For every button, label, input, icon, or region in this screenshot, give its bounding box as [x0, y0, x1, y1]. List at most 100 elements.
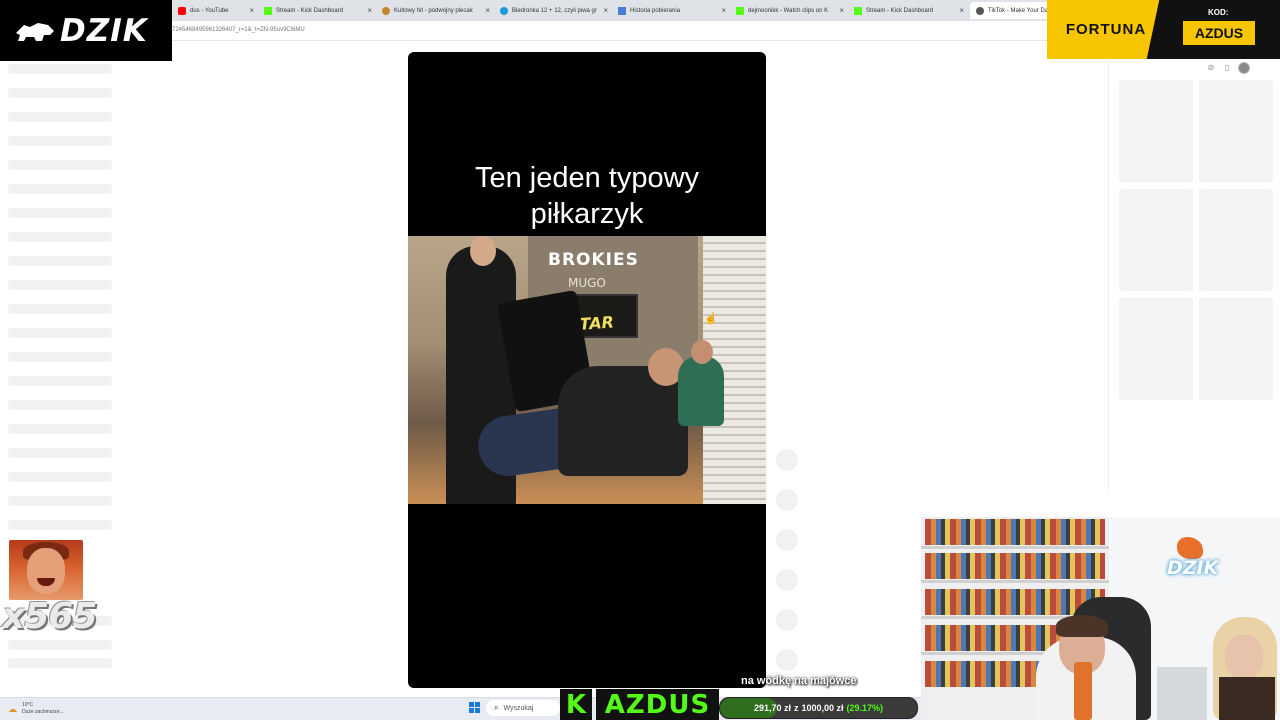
- inbox-icon[interactable]: ▯: [1222, 63, 1232, 73]
- site-icon: [500, 6, 508, 15]
- video-thumbnail-placeholder[interactable]: [1119, 189, 1193, 291]
- neon-sign-brokies: BROKIES: [548, 250, 639, 270]
- tab-label: Stream - Kick Dashboard: [866, 7, 934, 14]
- close-tab-icon[interactable]: ×: [249, 6, 254, 15]
- close-tab-icon[interactable]: ×: [839, 6, 844, 15]
- browser-tab-youtube[interactable]: dus - YouTube ×: [172, 2, 258, 19]
- boar-icon: [16, 22, 54, 41]
- download-icon: [618, 6, 626, 15]
- skeleton-line: [8, 472, 112, 482]
- weather-temp: 10°C: [22, 702, 34, 708]
- drink-can: [1074, 662, 1092, 720]
- cloud-sun-icon: ☁: [8, 704, 17, 714]
- close-tab-icon[interactable]: ×: [959, 6, 964, 15]
- header-actions: ⊘ ▯: [1206, 62, 1250, 74]
- close-tab-icon[interactable]: ×: [603, 6, 608, 15]
- tab-label: Historia pobierania: [630, 7, 681, 14]
- weather-info: 10°C Duże zachmurze...: [22, 702, 64, 716]
- browser-tab-kick-dashboard-2[interactable]: Stream - Kick Dashboard ×: [848, 2, 968, 19]
- windows-start-icon[interactable]: [469, 702, 480, 713]
- skeleton-line: [8, 376, 112, 386]
- caption-line-2: piłkarzyk: [530, 198, 644, 230]
- action-button-placeholder[interactable]: [776, 649, 798, 671]
- video-thumbnail-placeholder[interactable]: [1199, 189, 1273, 291]
- globe-icon: [976, 6, 984, 15]
- sponsor-brand: FORTUNA: [1065, 21, 1147, 38]
- panel-divider: [1108, 62, 1109, 492]
- close-tab-icon[interactable]: ×: [367, 6, 372, 15]
- tab-label: dejmoonikk - Watch clips on K: [748, 7, 829, 14]
- skeleton-line: [8, 232, 112, 242]
- like-button-placeholder[interactable]: [776, 449, 798, 471]
- browser-tab-kick-dashboard[interactable]: Stream - Kick Dashboard ×: [258, 2, 376, 19]
- goal-percent: (29.17%): [846, 703, 884, 713]
- skeleton-line: [8, 160, 112, 170]
- hand-cursor-icon: ☝: [704, 313, 718, 325]
- taskbar-search[interactable]: ⌕ Wyszukaj: [486, 700, 560, 716]
- seated-person: [678, 356, 724, 426]
- youtube-icon: [178, 6, 186, 15]
- skeleton-line: [8, 304, 112, 314]
- goal-target: 1000,00 zł: [801, 703, 844, 713]
- stream-subtitle: na wódkę na majówce: [741, 675, 857, 687]
- close-tab-icon[interactable]: ×: [721, 6, 726, 15]
- share-button-placeholder[interactable]: [776, 569, 798, 591]
- browser-tab-kick-clips[interactable]: dejmoonikk - Watch clips on K ×: [730, 2, 848, 19]
- compass-icon[interactable]: ⊘: [1206, 63, 1216, 73]
- comment-button-placeholder[interactable]: [776, 489, 798, 511]
- donation-goal-bar: 291,70 zł z 1000,00 zł (29.17%): [719, 697, 918, 719]
- skeleton-line: [8, 208, 112, 218]
- skeleton-line: [8, 112, 112, 122]
- avatar[interactable]: [1238, 62, 1250, 74]
- goal-current: 291,70 zł: [753, 703, 791, 713]
- action-button-placeholder[interactable]: [776, 609, 798, 631]
- tab-label: Kultowy hit - podwójny plecak: [394, 7, 473, 14]
- tab-label: dus - YouTube: [190, 7, 229, 14]
- skeleton-line: [8, 280, 112, 290]
- skeleton-line: [8, 64, 112, 74]
- skeleton-line: [8, 328, 112, 338]
- skeleton-line: [8, 640, 112, 650]
- sponsor-brand-area: FORTUNA: [1047, 0, 1165, 59]
- neon-sign-mugo: MUGO: [568, 276, 606, 290]
- skeleton-line: [8, 136, 112, 146]
- search-label: Wyszukaj: [503, 704, 534, 712]
- caption-line-1: Ten jeden typowy: [474, 162, 700, 194]
- browser-tab-download-history[interactable]: Historia pobierania ×: [612, 2, 730, 19]
- video-frame: BROKIES MUGO STAR ☝: [408, 236, 766, 504]
- video-thumbnail-placeholder[interactable]: [1119, 298, 1193, 400]
- browser-tab-kultowy[interactable]: Kultowy hit - podwójny plecak ×: [376, 2, 494, 19]
- video-thumbnail-placeholder[interactable]: [1119, 80, 1193, 182]
- tiktok-video[interactable]: Ten jeden typowy piłkarzyk BROKIES MUGO …: [408, 52, 766, 688]
- neon-logo: DZIK: [1167, 557, 1219, 579]
- kick-logo: K: [560, 689, 592, 720]
- browser-tab-tiktok[interactable]: TikTok - Make Your Da: [970, 2, 1050, 19]
- weather-widget[interactable]: ☁ 10°C Duże zachmurze...: [8, 702, 64, 716]
- tab-label: Biedronka 12 + 12, czyli piwa gr: [512, 7, 597, 14]
- skeleton-line: [8, 88, 112, 98]
- save-button-placeholder[interactable]: [776, 529, 798, 551]
- skeleton-line: [8, 658, 112, 668]
- amazon-icon: [382, 6, 390, 15]
- guest: [1225, 635, 1263, 679]
- video-caption: Ten jeden typowy piłkarzyk: [408, 160, 766, 232]
- tab-label: TikTok - Make Your Da: [988, 7, 1049, 14]
- goal-text: 291,70 zł z 1000,00 zł (29.17%): [720, 698, 917, 718]
- promo-code: AZDUS: [1183, 21, 1255, 45]
- kick-icon: [264, 6, 272, 15]
- browser-tab-biedronka[interactable]: Biedronka 12 + 12, czyli piwa gr ×: [494, 2, 612, 19]
- logo-text: DZIK: [60, 12, 148, 49]
- goal-separator: z: [793, 703, 799, 713]
- emote-image: [9, 540, 83, 600]
- skeleton-line: [8, 520, 112, 530]
- close-tab-icon[interactable]: ×: [485, 6, 490, 15]
- dzik-logo: DZIK: [0, 0, 172, 61]
- video-thumbnail-placeholder[interactable]: [1199, 298, 1273, 400]
- video-thumbnail-placeholder[interactable]: [1199, 80, 1273, 182]
- url-text[interactable]: 7245468495961326407_r=1&_t=ZN-95uv9C6iMU: [172, 27, 305, 33]
- skeleton-line: [8, 496, 112, 506]
- tab-label: Stream - Kick Dashboard: [276, 7, 344, 14]
- kick-icon: [854, 6, 862, 15]
- skeleton-line: [8, 424, 112, 434]
- search-icon: ⌕: [494, 703, 499, 712]
